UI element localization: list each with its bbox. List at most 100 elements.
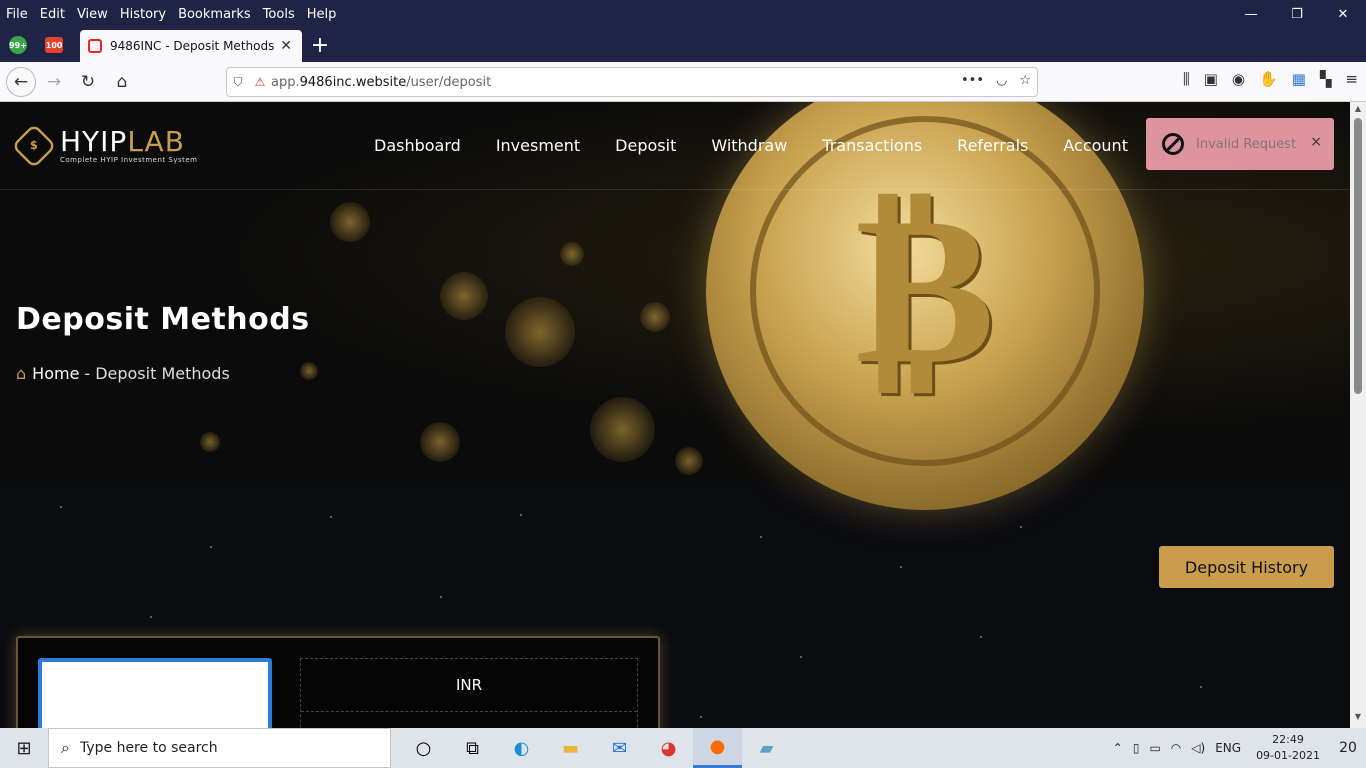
star	[330, 516, 332, 518]
extension-screenshot-icon[interactable]: ▦	[1292, 70, 1306, 88]
bokeh-light	[300, 362, 318, 380]
menu-edit[interactable]: Edit	[34, 7, 71, 22]
pinned-tab-app[interactable]: 100	[36, 28, 72, 62]
toast-close-icon[interactable]: ×	[1310, 134, 1322, 150]
menu-bookmarks[interactable]: Bookmarks	[172, 7, 257, 22]
close-window-button[interactable]: ✕	[1320, 0, 1366, 28]
sidebar-icon[interactable]: ▣	[1204, 70, 1218, 88]
hamburger-menu-icon[interactable]: ≡	[1345, 70, 1358, 88]
error-toast: Invalid Request ×	[1146, 118, 1334, 170]
input-language[interactable]: ENG	[1215, 741, 1241, 755]
extension-hand-icon[interactable]: ✋	[1259, 70, 1278, 88]
nav-deposit[interactable]: Deposit	[615, 136, 676, 155]
notification-center-icon[interactable]: 20	[1330, 728, 1366, 768]
mail-icon[interactable]: ✉	[595, 728, 644, 768]
star	[700, 716, 702, 718]
menu-history[interactable]: History	[114, 7, 172, 22]
extensions-icon[interactable]: ▚	[1320, 70, 1332, 88]
bokeh-light	[675, 447, 703, 475]
shield-icon[interactable]: ⛉	[227, 75, 249, 90]
nav-referrals[interactable]: Referrals	[957, 136, 1028, 155]
back-button[interactable]: ←	[6, 66, 36, 97]
tab-close-icon[interactable]: ✕	[280, 38, 292, 54]
restore-button[interactable]: ❐	[1274, 0, 1320, 28]
nav-dashboard[interactable]: Dashboard	[374, 136, 461, 155]
file-explorer-icon[interactable]: ▬	[546, 728, 595, 768]
nav-transactions[interactable]: Transactions	[822, 136, 922, 155]
scroll-up-icon[interactable]: ▲	[1350, 104, 1366, 118]
home-icon: ⌂	[16, 364, 27, 383]
toolbar-right: ⫼ ▣ ◉ ✋ ▦ ▚ ≡	[1183, 70, 1358, 88]
logo-glyph: $	[30, 139, 38, 153]
bookmark-star-icon[interactable]: ☆	[1019, 73, 1031, 88]
account-icon[interactable]: ◉	[1232, 70, 1245, 88]
firefox-icon[interactable]: ●	[693, 728, 742, 768]
logo-wordmark: HYIPLAB	[60, 128, 198, 156]
menu-help[interactable]: Help	[301, 7, 343, 22]
nav-toolbar: ← → ↻ ⌂ ⛉ ⚠ app.9486inc.website/user/dep…	[0, 62, 1366, 102]
new-tab-button[interactable]: +	[302, 28, 338, 62]
nav-withdraw[interactable]: Withdraw	[711, 136, 787, 155]
reload-button[interactable]: ↻	[72, 66, 104, 98]
tray-device-icon[interactable]: ▯	[1133, 741, 1140, 755]
menu-tools[interactable]: Tools	[257, 7, 301, 22]
taskbar-search[interactable]: ⌕ Type here to search	[48, 728, 391, 768]
nav-investment[interactable]: Invesment	[496, 136, 580, 155]
star	[800, 656, 802, 658]
star	[980, 636, 982, 638]
page-title: Deposit Methods	[16, 302, 310, 337]
bokeh-light	[505, 297, 575, 367]
deposit-history-button[interactable]: Deposit History	[1159, 546, 1334, 588]
page-actions-icon[interactable]: •••	[961, 73, 984, 88]
library-icon[interactable]: ⫼	[1183, 70, 1190, 88]
deposit-method-card: INR	[16, 636, 660, 728]
insecure-lock-icon[interactable]: ⚠	[249, 75, 271, 89]
menu-file[interactable]: File	[0, 7, 34, 22]
pinned-tab-chat[interactable]: 99+	[0, 28, 36, 62]
chrome-icon[interactable]: ◕	[644, 728, 693, 768]
bokeh-light	[560, 242, 584, 266]
method-currency: INR	[301, 659, 637, 712]
method-image	[38, 658, 272, 728]
breadcrumb-home[interactable]: Home	[32, 364, 79, 383]
tab-active[interactable]: 9486INC - Deposit Methods ✕	[80, 30, 302, 62]
money-bag-icon: $	[11, 123, 57, 169]
bokeh-light	[420, 422, 460, 462]
page-viewport: ₿ $ HYIPLAB Complete HYIP Investment Sys…	[0, 102, 1350, 728]
breadcrumb: ⌂ Home - Deposit Methods	[16, 364, 230, 383]
nav-account[interactable]: Account	[1063, 136, 1128, 155]
pocket-icon[interactable]: ◡	[996, 73, 1007, 88]
menu-view[interactable]: View	[71, 7, 114, 22]
windows-start-icon[interactable]: ⊞	[0, 728, 48, 768]
cortana-icon[interactable]: ○	[399, 728, 448, 768]
url-prefix: app.	[271, 74, 300, 90]
edge-icon[interactable]: ◐	[497, 728, 546, 768]
wifi-icon[interactable]: ◠	[1171, 741, 1181, 755]
battery-icon[interactable]: ▭	[1149, 741, 1160, 755]
ban-icon	[1162, 133, 1184, 155]
forward-button[interactable]: →	[38, 66, 70, 98]
site-logo[interactable]: $ HYIPLAB Complete HYIP Investment Syste…	[11, 123, 198, 169]
system-tray: ⌃ ▯ ▭ ◠ ◁) ENG 22:49 09-01-2021 20	[1108, 728, 1366, 768]
page-scrollbar[interactable]: ▲ ▼	[1350, 102, 1366, 728]
app-icon: 100	[45, 37, 63, 53]
method-details: INR	[300, 658, 638, 728]
breadcrumb-current: Deposit Methods	[95, 364, 230, 383]
bokeh-light	[330, 202, 370, 242]
scroll-down-icon[interactable]: ▼	[1350, 712, 1366, 726]
url-bar[interactable]: ⛉ ⚠ app.9486inc.website/user/deposit •••…	[226, 67, 1038, 97]
notes-app-icon[interactable]: ▰	[742, 728, 791, 768]
tray-chevron-icon[interactable]: ⌃	[1113, 741, 1123, 755]
site-header: $ HYIPLAB Complete HYIP Investment Syste…	[0, 102, 1350, 190]
star	[60, 506, 62, 508]
minimize-button[interactable]: —	[1228, 0, 1274, 28]
search-placeholder: Type here to search	[79, 740, 218, 756]
clock[interactable]: 22:49 09-01-2021	[1256, 732, 1320, 764]
task-view-icon[interactable]: ⧉	[448, 728, 497, 768]
url-text[interactable]: app.9486inc.website/user/deposit	[271, 75, 491, 90]
scrollbar-thumb[interactable]	[1354, 118, 1362, 394]
star	[1200, 686, 1202, 688]
home-button[interactable]: ⌂	[106, 66, 138, 98]
url-actions: ••• ◡ ☆	[961, 73, 1031, 88]
volume-icon[interactable]: ◁)	[1191, 741, 1205, 755]
